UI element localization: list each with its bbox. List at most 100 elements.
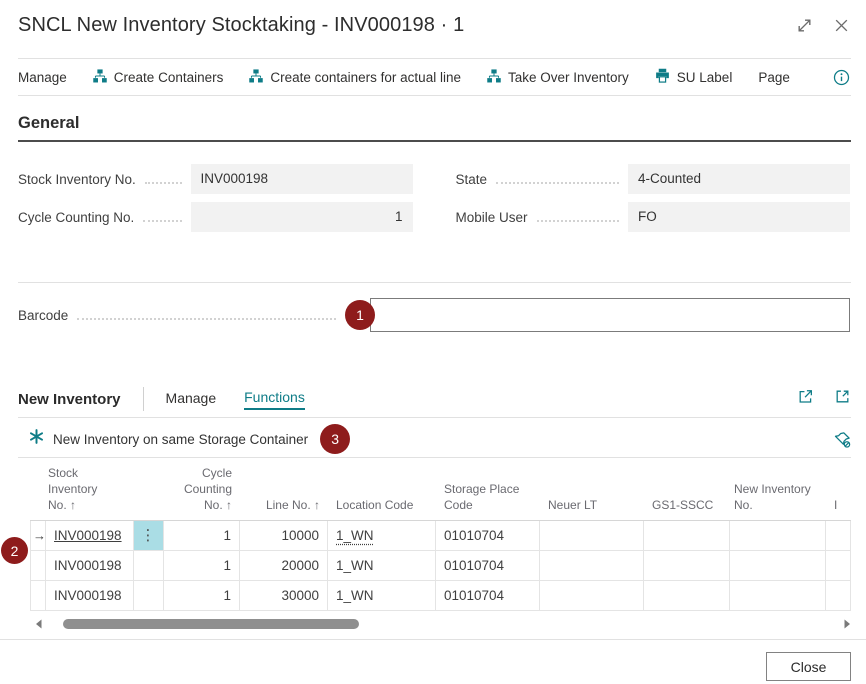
cell-neuer-lt[interactable] — [540, 551, 644, 581]
cell-neuer-lt[interactable] — [540, 581, 644, 611]
dialog-footer: Close — [0, 640, 866, 681]
cell-clipped — [826, 551, 851, 581]
horizontal-scrollbar[interactable] — [35, 617, 851, 631]
focus-mode-icon[interactable] — [834, 388, 851, 410]
row-menu-cell[interactable] — [134, 581, 164, 611]
table-row[interactable]: INV000198 1 20000 1_WN 01010704 — [30, 551, 851, 581]
cell-storage-place-code[interactable]: 01010704 — [436, 521, 540, 551]
stock-inventory-no-value[interactable]: INV000198 — [191, 164, 413, 194]
cell-storage-place-code[interactable]: 01010704 — [436, 551, 540, 581]
cycle-counting-no-value[interactable]: 1 — [191, 202, 413, 232]
dotted-leader — [143, 220, 181, 222]
cell-location-code[interactable]: 1_WN — [336, 528, 374, 543]
mobile-user-value[interactable]: FO — [628, 202, 850, 232]
barcode-input[interactable] — [370, 298, 850, 332]
row-selector-cell[interactable] — [30, 581, 46, 611]
cell-line-no[interactable]: 10000 — [240, 521, 328, 551]
row-menu-icon[interactable]: ⋮ — [134, 521, 164, 551]
cell-new-inventory-no[interactable] — [730, 551, 826, 581]
table-row[interactable]: → INV000198 ⋮ 1 10000 1_WN 01010704 — [30, 521, 851, 551]
col-header-line-no[interactable]: Line No. ↑ — [240, 458, 328, 520]
section-underline — [18, 140, 851, 142]
state-value[interactable]: 4-Counted — [628, 164, 850, 194]
col-header-neuer-lt[interactable]: Neuer LT — [540, 458, 644, 520]
toolbar-item-create-containers-actual-line[interactable]: Create containers for actual line — [249, 69, 461, 86]
divider — [18, 417, 851, 418]
scrollbar-thumb[interactable] — [63, 619, 359, 629]
info-icon[interactable] — [833, 69, 850, 86]
containers-icon — [93, 69, 107, 86]
field-state: State 4-Counted — [456, 164, 851, 194]
list-part-header: New Inventory Manage Functions — [18, 384, 851, 414]
close-button[interactable]: Close — [766, 652, 851, 681]
function-asterisk-icon — [29, 429, 44, 449]
table-row[interactable]: INV000198 1 30000 1_WN 01010704 — [30, 581, 851, 611]
expand-dialog-icon[interactable] — [796, 17, 813, 39]
col-header-storage-place-code[interactable]: Storage Place Code — [436, 458, 540, 520]
barcode-field-row: Barcode 1 — [18, 298, 850, 332]
dotted-leader — [77, 318, 336, 320]
cell-stock-inventory-no[interactable]: INV000198 — [46, 551, 134, 581]
row-menu-cell[interactable] — [134, 551, 164, 581]
annotation-badge-3: 3 — [320, 424, 350, 454]
scrollbar-track[interactable] — [43, 618, 843, 630]
toolbar-item-create-containers[interactable]: Create Containers — [93, 69, 224, 86]
cell-clipped — [826, 521, 851, 551]
tab-manage[interactable]: Manage — [166, 390, 217, 409]
new-inventory-same-container-action[interactable]: New Inventory on same Storage Container — [53, 432, 308, 447]
cell-gs1-sscc[interactable] — [644, 551, 730, 581]
col-header-cycle-counting-no[interactable]: Cycle Counting No. ↑ — [164, 458, 240, 520]
toolbar-item-su-label[interactable]: SU Label — [655, 68, 733, 86]
cell-line-no[interactable]: 30000 — [240, 581, 328, 611]
close-icon[interactable] — [833, 17, 850, 39]
general-section-heading: General — [0, 114, 866, 133]
field-stock-inventory-no: Stock Inventory No. INV000198 — [18, 164, 413, 194]
col-header-stock-inventory-no[interactable]: Stock Inventory No. ↑ — [30, 458, 164, 520]
barcode-label: Barcode — [18, 308, 68, 323]
scroll-right-icon[interactable] — [843, 619, 851, 629]
col-header-clipped[interactable]: I — [826, 458, 851, 520]
divider — [18, 95, 851, 96]
col-header-location-code[interactable]: Location Code — [328, 458, 436, 520]
list-action-row: New Inventory on same Storage Container … — [18, 421, 851, 457]
cell-new-inventory-no[interactable] — [730, 521, 826, 551]
stock-inventory-no-link[interactable]: INV000198 — [54, 528, 122, 543]
cell-gs1-sscc[interactable] — [644, 521, 730, 551]
cell-cycle-counting-no[interactable]: 1 — [164, 521, 240, 551]
table-header-row: Stock Inventory No. ↑ Cycle Counting No.… — [30, 458, 851, 521]
field-cycle-counting-no: Cycle Counting No. 1 — [18, 202, 413, 232]
cell-new-inventory-no[interactable] — [730, 581, 826, 611]
selected-row-arrow-icon: → — [30, 521, 46, 551]
cell-neuer-lt[interactable] — [540, 521, 644, 551]
cell-cycle-counting-no[interactable]: 1 — [164, 581, 240, 611]
tab-functions[interactable]: Functions — [244, 389, 305, 410]
cell-location-code[interactable]: 1_WN — [328, 551, 436, 581]
cell-line-no[interactable]: 20000 — [240, 551, 328, 581]
cell-storage-place-code[interactable]: 01010704 — [436, 581, 540, 611]
field-mobile-user: Mobile User FO — [456, 202, 851, 232]
dotted-leader — [537, 220, 619, 222]
printer-icon — [655, 68, 670, 86]
cell-cycle-counting-no[interactable]: 1 — [164, 551, 240, 581]
scroll-left-icon[interactable] — [35, 619, 43, 629]
dotted-leader — [496, 182, 619, 184]
col-header-gs1-sscc[interactable]: GS1-SSCC — [644, 458, 730, 520]
cell-stock-inventory-no[interactable]: INV000198 — [46, 581, 134, 611]
cell-gs1-sscc[interactable] — [644, 581, 730, 611]
share-icon[interactable] — [797, 388, 814, 410]
col-header-new-inventory-no[interactable]: New Inventory No. — [730, 458, 826, 520]
annotation-badge-1: 1 — [345, 300, 375, 330]
toolbar-item-manage[interactable]: Manage — [18, 70, 67, 85]
toolbar-item-page[interactable]: Page — [758, 70, 790, 85]
field-label: State — [456, 172, 488, 187]
unpin-icon[interactable] — [834, 431, 851, 448]
field-label: Stock Inventory No. — [18, 172, 136, 187]
dotted-leader — [145, 182, 182, 184]
dialog-header: SNCL New Inventory Stocktaking - INV0001… — [0, 0, 866, 39]
row-selector-cell[interactable] — [30, 551, 46, 581]
field-label: Mobile User — [456, 210, 528, 225]
field-label: Cycle Counting No. — [18, 210, 134, 225]
cell-location-code[interactable]: 1_WN — [328, 581, 436, 611]
containers-icon — [249, 69, 263, 86]
toolbar-item-take-over-inventory[interactable]: Take Over Inventory — [487, 69, 629, 86]
